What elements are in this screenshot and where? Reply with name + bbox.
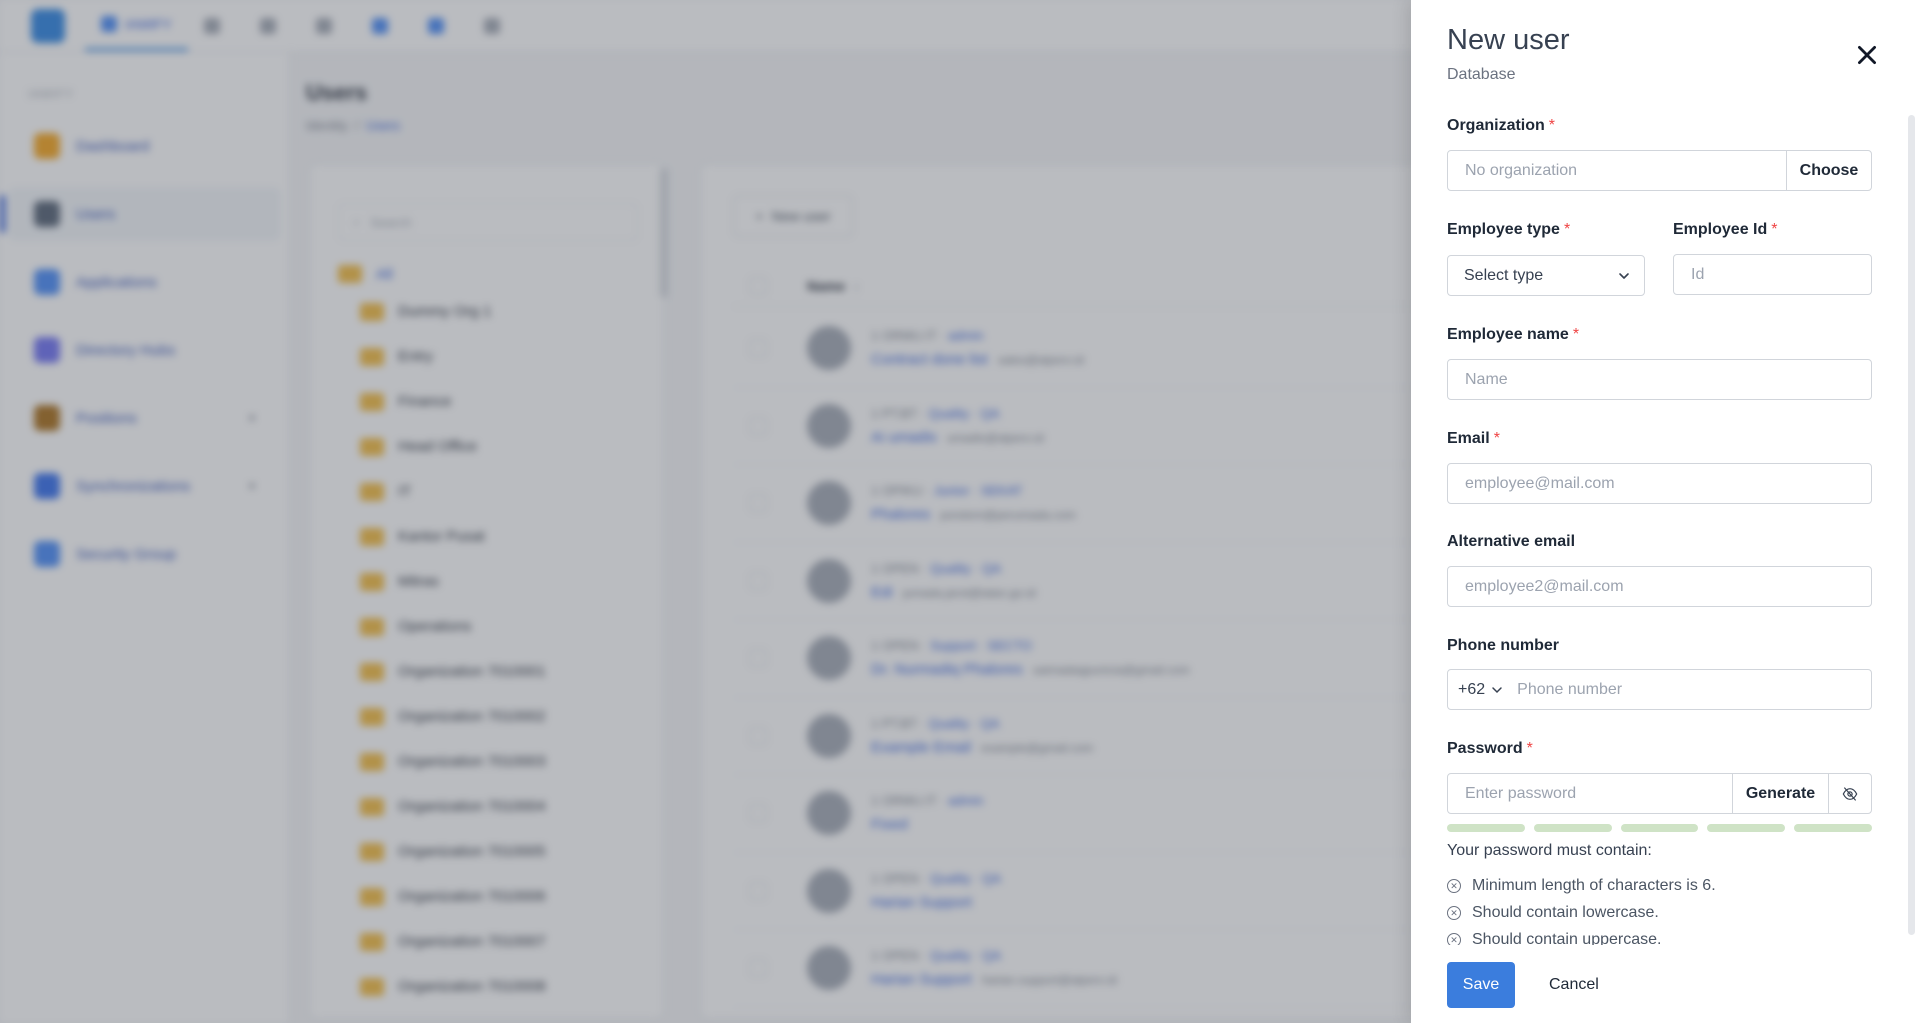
phone-number-field: +62: [1447, 669, 1872, 710]
country-code-value: +62: [1458, 680, 1486, 698]
employee-type-value: Select type: [1464, 266, 1544, 284]
employee-name-input[interactable]: [1447, 359, 1872, 400]
password-rule: ✕ Minimum length of characters is 6.: [1447, 877, 1716, 895]
drawer-scrollbar[interactable]: [1908, 115, 1915, 935]
employee-type-label: Employee type *: [1447, 221, 1570, 239]
password-input[interactable]: [1447, 773, 1733, 814]
password-rule-text: Minimum length of characters is 6.: [1472, 877, 1716, 894]
required-mark: *: [1493, 430, 1500, 447]
password-label-text: Password: [1447, 740, 1523, 757]
employee-id-label: Employee Id *: [1673, 221, 1777, 239]
strength-segment: [1707, 824, 1786, 832]
employee-type-label-text: Employee type: [1447, 221, 1560, 238]
choose-organization-button[interactable]: Choose: [1786, 150, 1872, 191]
email-label-text: Email: [1447, 430, 1490, 447]
organization-label: Organization *: [1447, 117, 1555, 135]
password-strength-meter: [1447, 824, 1872, 832]
email-input[interactable]: [1447, 463, 1872, 504]
required-mark: *: [1771, 221, 1778, 238]
required-mark: *: [1548, 117, 1556, 134]
toggle-password-visibility-button[interactable]: [1828, 773, 1872, 814]
employee-id-input[interactable]: [1673, 254, 1872, 295]
chevron-down-icon: [1619, 272, 1629, 279]
drawer-footer: Save Cancel: [1411, 945, 1916, 1023]
phone-number-label: Phone number: [1447, 637, 1560, 654]
employee-name-label: Employee name *: [1447, 326, 1579, 344]
strength-segment: [1620, 824, 1699, 832]
password-rule: ✕ Should contain lowercase.: [1447, 904, 1659, 922]
save-button[interactable]: Save: [1447, 962, 1515, 1008]
alternative-email-input[interactable]: [1447, 566, 1872, 607]
required-mark: *: [1563, 221, 1571, 238]
password-rules-title: Your password must contain:: [1447, 842, 1652, 859]
new-user-drawer: New user Database Organization* Choose E…: [1411, 0, 1916, 1023]
strength-segment: [1794, 824, 1872, 832]
strength-segment: [1533, 824, 1612, 832]
organization-label-text: Organization: [1447, 117, 1545, 134]
eye-off-icon: [1842, 786, 1858, 801]
password-rule-text: Should contain lowercase.: [1472, 904, 1659, 921]
drawer-title: New user: [1447, 24, 1570, 56]
chevron-down-icon: [1492, 686, 1502, 693]
drawer-subtitle: Database: [1447, 66, 1516, 83]
modal-backdrop[interactable]: [0, 0, 1411, 1023]
employee-id-label-text: Employee Id: [1673, 221, 1768, 238]
required-mark: *: [1572, 326, 1580, 343]
close-icon[interactable]: [1854, 42, 1880, 68]
generate-password-button[interactable]: Generate: [1732, 773, 1829, 814]
email-label: Email *: [1447, 430, 1500, 448]
cancel-button[interactable]: Cancel: [1537, 962, 1611, 1008]
alternative-email-label: Alternative email: [1447, 533, 1576, 550]
x-circle-icon: ✕: [1447, 879, 1461, 893]
employee-name-label-text: Employee name: [1447, 326, 1569, 343]
password-label: Password *: [1447, 740, 1533, 758]
country-code-select[interactable]: +62: [1448, 670, 1513, 709]
strength-segment: [1447, 824, 1525, 832]
required-mark: *: [1526, 740, 1533, 757]
phone-number-input[interactable]: [1513, 680, 1871, 699]
organization-input[interactable]: [1447, 150, 1787, 191]
x-circle-icon: ✕: [1447, 906, 1461, 920]
employee-type-select[interactable]: Select type: [1447, 255, 1645, 296]
